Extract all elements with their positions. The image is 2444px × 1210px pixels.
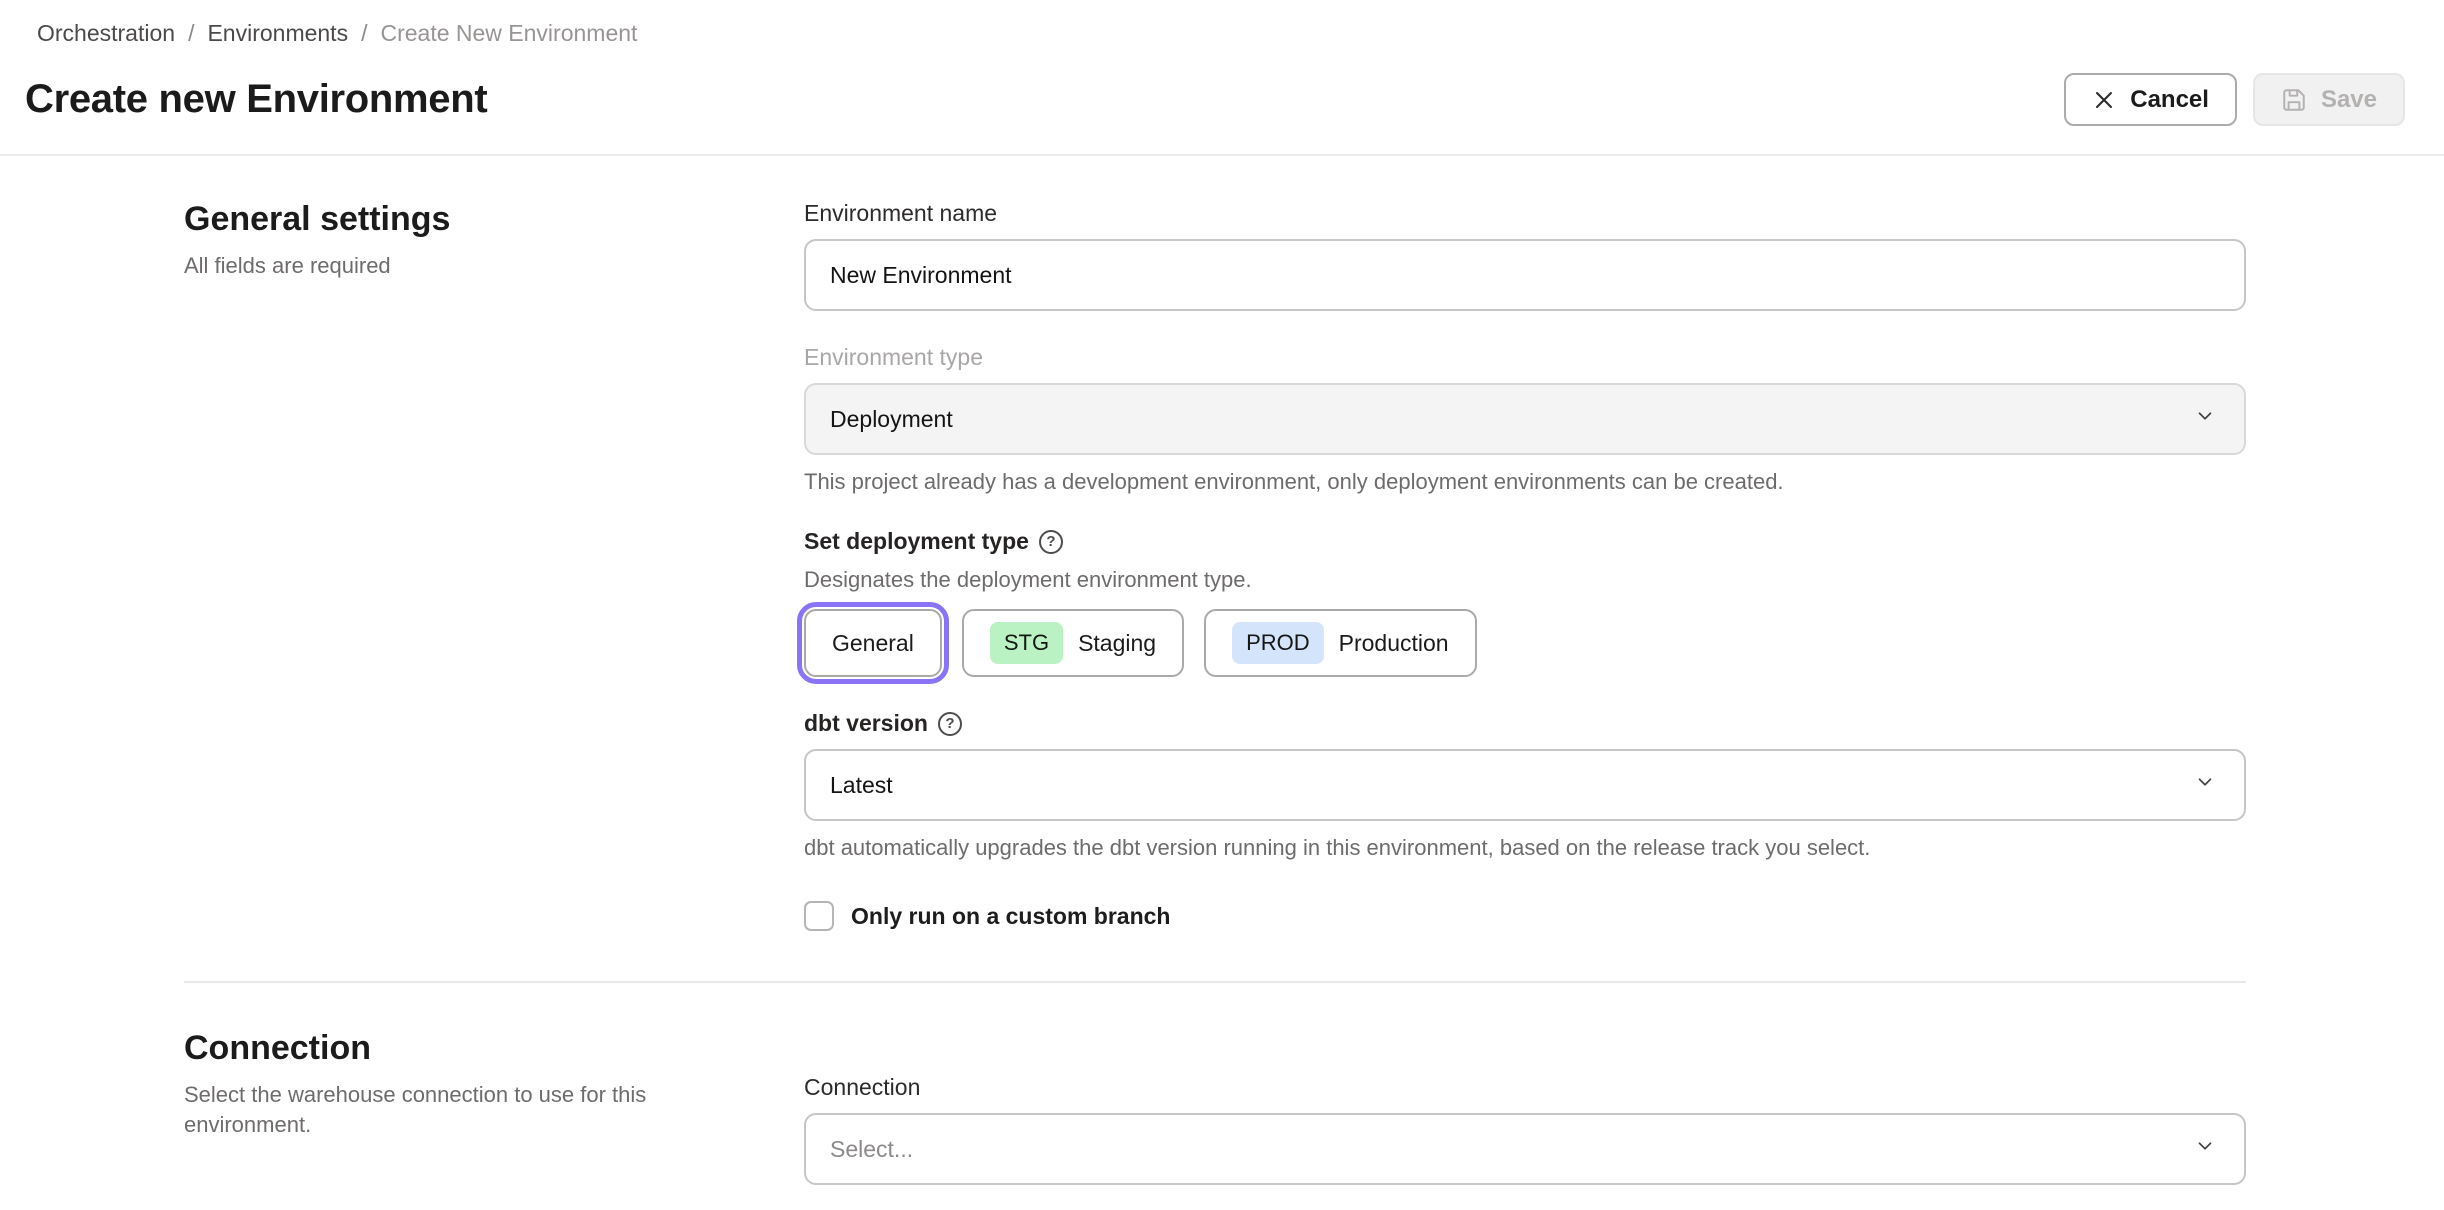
chevron-down-icon	[2194, 771, 2216, 799]
save-button-label: Save	[2320, 85, 2377, 113]
connection-placeholder: Select...	[830, 1135, 914, 1162]
general-settings-heading: General settings	[184, 200, 451, 238]
environment-name-field: Environment name	[804, 200, 2246, 311]
connection-select[interactable]: Select...	[804, 1113, 2246, 1185]
title-row: Create new Environment Cancel Save	[0, 73, 2444, 126]
deployment-type-options: General STG Staging PROD Production	[797, 602, 2246, 684]
environment-type-field: Environment type Deployment This project…	[804, 344, 2246, 495]
chevron-down-icon	[2194, 1135, 2216, 1163]
page-title: Create new Environment	[25, 77, 488, 121]
dbt-version-select[interactable]: Latest	[804, 749, 2246, 821]
section-divider	[184, 981, 2246, 983]
breadcrumb-separator: /	[188, 20, 195, 46]
environment-name-label: Environment name	[804, 200, 998, 226]
breadcrumb-separator: /	[361, 20, 368, 46]
page-header: Orchestration / Environments / Create Ne…	[0, 0, 2444, 156]
deployment-type-label: Set deployment type ?	[804, 528, 2246, 555]
environment-name-input[interactable]	[804, 239, 2246, 311]
save-icon	[2281, 87, 2307, 113]
general-settings-form: Environment name Environment type Deploy…	[797, 200, 2246, 931]
connection-form: Connection Select...	[804, 1029, 2246, 1210]
deployment-type-production-label: Production	[1338, 629, 1449, 656]
breadcrumb-item-orchestration[interactable]: Orchestration	[37, 20, 175, 47]
custom-branch-row: Only run on a custom branch	[804, 901, 2246, 931]
cancel-button[interactable]: Cancel	[2064, 73, 2237, 126]
deployment-type-production-button[interactable]: PROD Production	[1204, 609, 1477, 677]
dbt-version-label-text: dbt version	[804, 710, 928, 736]
header-actions: Cancel Save	[2064, 73, 2405, 126]
connection-section-head: Connection Select the warehouse connecti…	[184, 1029, 804, 1210]
chevron-down-icon	[2194, 405, 2216, 433]
production-badge: PROD	[1232, 622, 1324, 664]
general-settings-section-head: General settings All fields are required	[184, 200, 804, 931]
connection-heading: Connection	[184, 1029, 371, 1067]
general-settings-subheading: All fields are required	[184, 253, 391, 278]
environment-type-select: Deployment	[804, 383, 2246, 455]
breadcrumb-item-current: Create New Environment	[380, 20, 638, 46]
custom-branch-checkbox[interactable]	[804, 901, 834, 931]
breadcrumb-item-environments[interactable]: Environments	[207, 20, 348, 47]
help-icon[interactable]: ?	[1038, 529, 1063, 554]
dbt-version-helper: dbt automatically upgrades the dbt versi…	[804, 835, 1871, 860]
deployment-type-description: Designates the deployment environment ty…	[804, 567, 1252, 592]
connection-subheading: Select the warehouse connection to use f…	[184, 1082, 647, 1137]
environment-type-label: Environment type	[804, 344, 983, 370]
environment-type-value: Deployment	[830, 405, 953, 432]
dbt-version-field: dbt version ? Latest dbt automatically u…	[804, 710, 2246, 861]
cancel-button-label: Cancel	[2130, 85, 2209, 113]
dbt-version-label: dbt version ?	[804, 710, 2246, 737]
staging-badge: STG	[989, 622, 1064, 664]
close-icon	[2092, 88, 2116, 112]
save-button[interactable]: Save	[2252, 73, 2405, 126]
breadcrumb: Orchestration / Environments / Create Ne…	[0, 20, 2444, 47]
custom-branch-label: Only run on a custom branch	[851, 902, 1171, 929]
dbt-version-value: Latest	[830, 771, 893, 798]
deployment-type-general-label: General	[832, 629, 914, 656]
help-icon[interactable]: ?	[937, 711, 962, 736]
deployment-type-general-button[interactable]: General	[797, 602, 949, 684]
deployment-type-field: Set deployment type ? Designates the dep…	[797, 528, 2246, 684]
environment-type-helper: This project already has a development e…	[804, 469, 1784, 494]
connection-label: Connection	[804, 1074, 921, 1100]
deployment-type-staging-button[interactable]: STG Staging	[961, 609, 1185, 677]
deployment-type-label-text: Set deployment type	[804, 528, 1029, 554]
connection-field: Connection Select...	[804, 1074, 2246, 1185]
deployment-type-staging-label: Staging	[1078, 629, 1157, 656]
main-content: General settings All fields are required…	[0, 156, 2444, 1210]
